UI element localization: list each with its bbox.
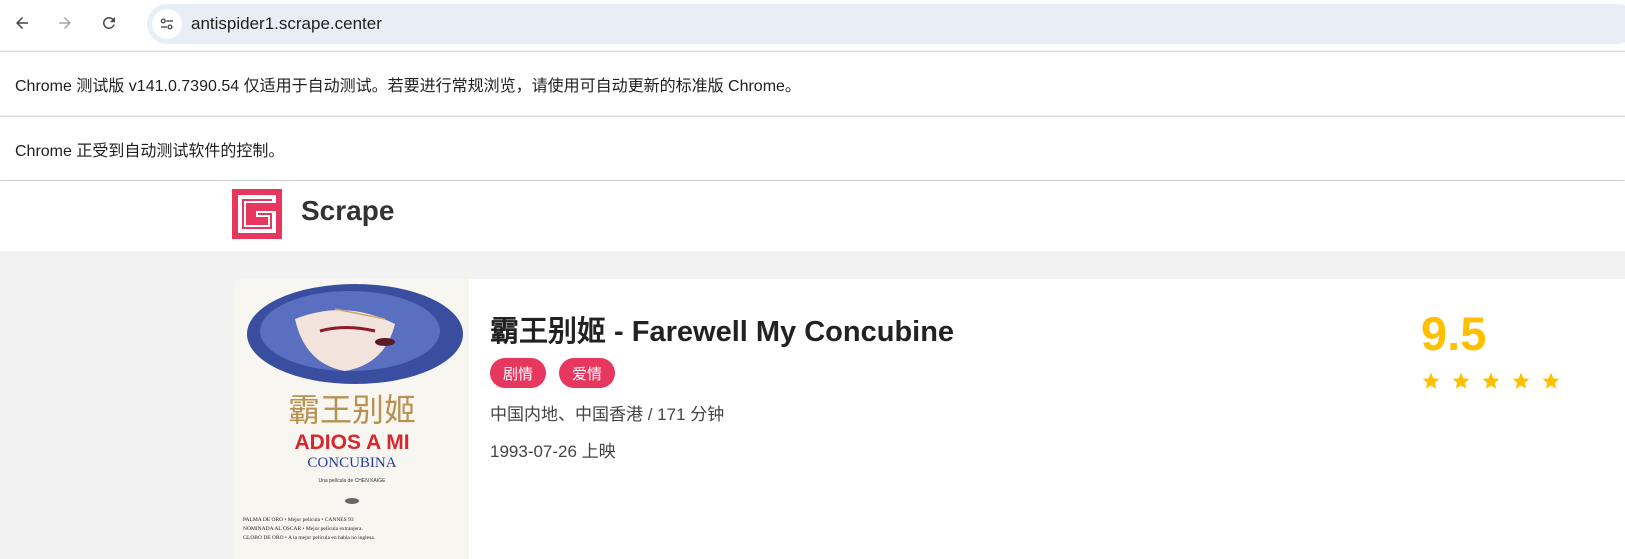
beta-notice-text: Chrome 测试版 v141.0.7390.54 仅适用于自动测试。若要进行常… — [15, 77, 801, 95]
automation-notice-text: Chrome 正受到自动测试软件的控制。 — [15, 142, 285, 160]
automation-infobar: Chrome 正受到自动测试软件的控制。 — [0, 116, 1625, 180]
scrape-logo-icon[interactable] — [232, 189, 282, 239]
star-icon — [1541, 371, 1561, 391]
poster-award3: GLOBO DE ORO • A la mejor película en ha… — [243, 535, 376, 541]
star-icon — [1511, 371, 1531, 391]
star-icon — [1421, 371, 1441, 391]
poster-chinese-title: 霸王别姬 — [288, 391, 416, 429]
address-bar[interactable]: antispider1.scrape.center — [147, 4, 1625, 44]
reload-icon — [102, 16, 115, 29]
movie-score: 9.5 — [1421, 307, 1487, 360]
movie-poster[interactable]: 霸王别姬 ADIOS A MI CONCUBINA Una película d… — [235, 279, 469, 559]
genre-tags: 剧情 爱情 — [490, 358, 616, 388]
movie-card: 霸王别姬 ADIOS A MI CONCUBINA Una película d… — [235, 279, 1625, 559]
browser-toolbar: antispider1.scrape.center — [0, 0, 1625, 50]
url-text[interactable]: antispider1.scrape.center — [191, 14, 382, 34]
forward-arrow-icon — [59, 17, 71, 29]
reload-button[interactable] — [95, 9, 123, 37]
region-duration: 中国内地、中国香港 / 171 分钟 — [490, 405, 725, 424]
star-icon — [1481, 371, 1501, 391]
genre-tag[interactable]: 爱情 — [559, 358, 616, 388]
poster-award1: PALMA DE ORO • Mejor película • CANNES 9… — [243, 517, 354, 523]
movie-title[interactable]: 霸王别姬 - Farewell My Concubine — [490, 308, 954, 350]
poster-title-line1: ADIOS A MI — [294, 431, 409, 454]
site-settings-icon — [160, 18, 173, 30]
star-icon — [1451, 371, 1471, 391]
back-button[interactable] — [8, 9, 36, 37]
rating-stars — [1421, 371, 1561, 391]
poster-award2: NOMINADA AL OSCAR • Mejor película extra… — [243, 526, 363, 532]
genre-tag[interactable]: 剧情 — [490, 358, 547, 388]
site-header: Scrape — [0, 181, 1625, 251]
forward-button[interactable] — [51, 9, 79, 37]
back-arrow-icon — [16, 17, 28, 29]
beta-infobar: Chrome 测试版 v141.0.7390.54 仅适用于自动测试。若要进行常… — [0, 51, 1625, 115]
brand-name[interactable]: Scrape — [301, 195, 394, 227]
release-date: 1993-07-26 上映 — [490, 442, 616, 461]
site-info-button[interactable] — [152, 9, 182, 39]
poster-director: Una película de CHEN KAIGE — [319, 478, 387, 484]
poster-title-line2: CONCUBINA — [307, 455, 396, 471]
